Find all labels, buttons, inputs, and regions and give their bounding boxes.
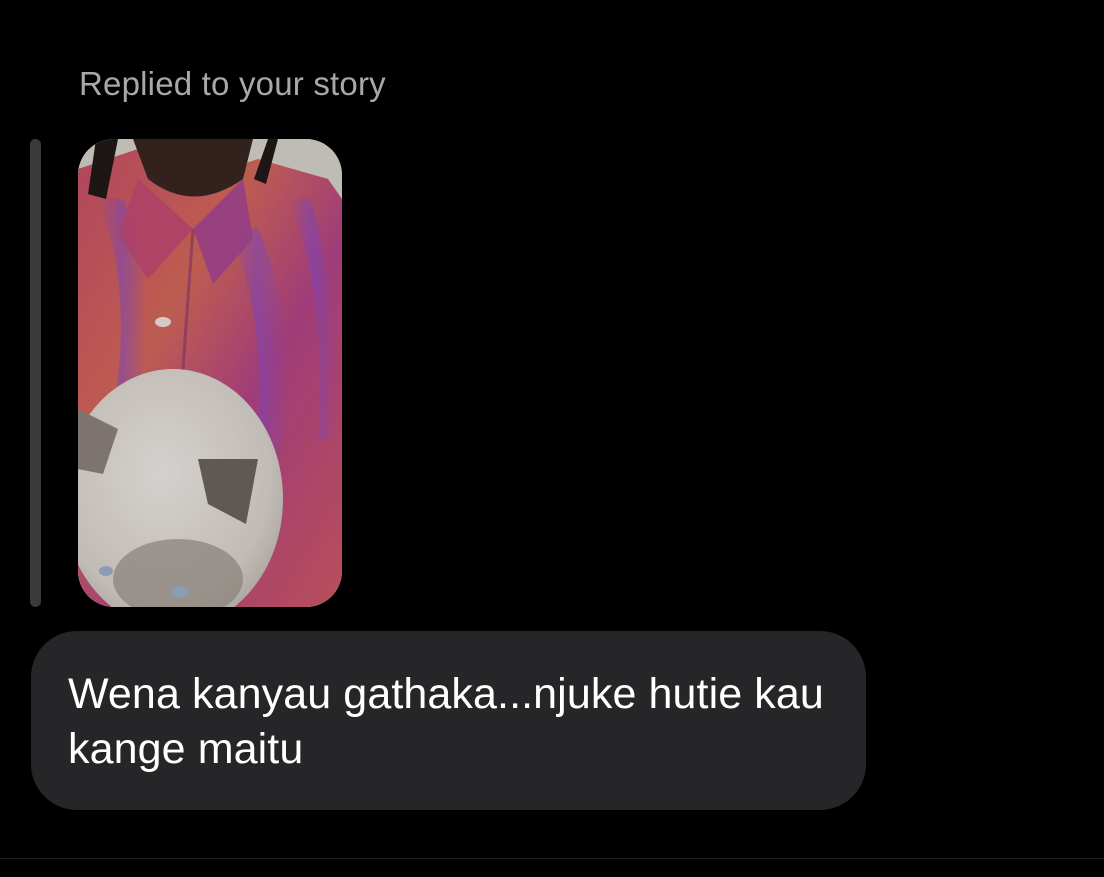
divider (0, 858, 1104, 859)
message-text: Wena kanyau gathaka...njuke hutie kau ka… (68, 670, 824, 773)
message-bubble[interactable]: Wena kanyau gathaka...njuke hutie kau ka… (31, 631, 866, 810)
replied-to-story-label: Replied to your story (79, 65, 386, 102)
reply-indicator-bar (30, 139, 41, 607)
story-thumbnail[interactable] (78, 139, 342, 607)
story-dim-overlay (78, 139, 342, 607)
dm-thread: Replied to your story Wena kanyau gathak… (0, 0, 1104, 877)
